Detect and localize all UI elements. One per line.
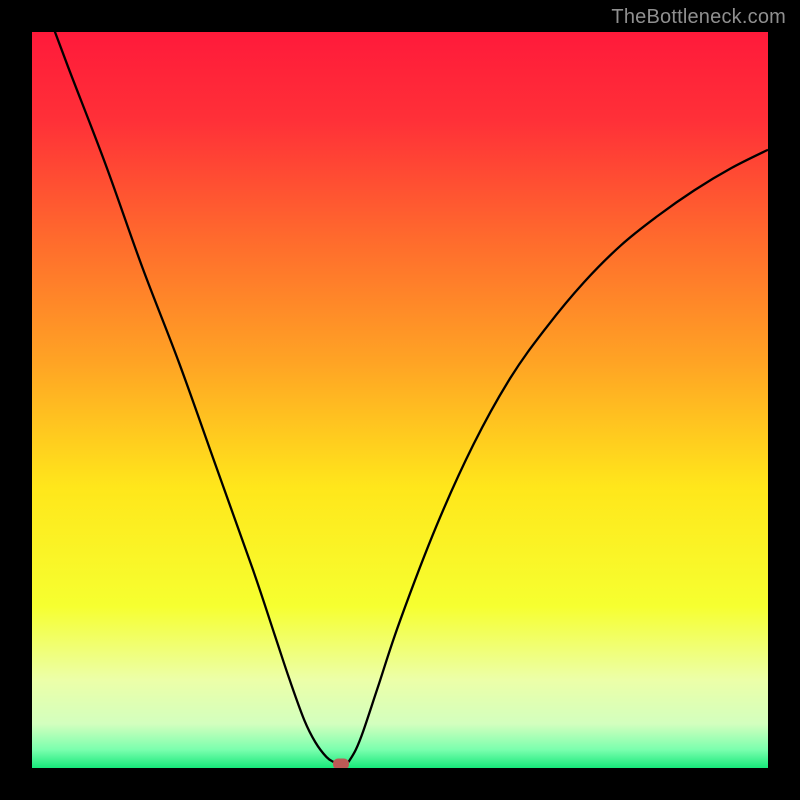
minimum-marker — [333, 758, 349, 768]
chart-stage: TheBottleneck.com — [0, 0, 800, 800]
plot-area — [32, 32, 768, 768]
curve-layer — [32, 32, 768, 768]
left-curve — [47, 32, 334, 762]
right-curve — [348, 150, 768, 762]
attribution-text: TheBottleneck.com — [611, 6, 786, 29]
